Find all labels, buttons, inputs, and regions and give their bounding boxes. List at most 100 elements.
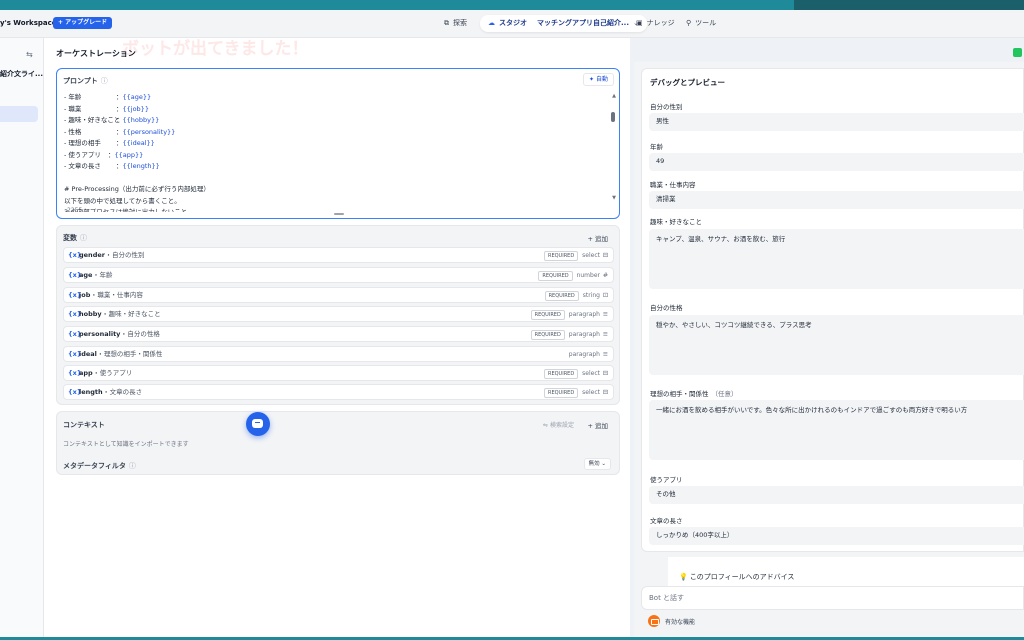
sidebar-app-title[interactable]: 紹介文ライ... (0, 69, 43, 79)
scrollbar-thumb[interactable] (611, 112, 615, 122)
prompt-key: - 性格 (64, 127, 82, 136)
features-bar[interactable]: 有効な機能 (641, 612, 1024, 632)
nav-studio-label: スタジオ (499, 19, 527, 27)
prompt-line: - 性格 ：{{personality}} (64, 127, 604, 139)
prompt-line: - 年齢 ：{{age}} (64, 92, 604, 104)
prompt-var-wrap: ：{{personality}} (116, 127, 175, 139)
list-icon: ⊟ (602, 388, 609, 396)
metadata-filter-select[interactable]: 無効 ⌄ (583, 458, 611, 470)
variable-type: number (576, 272, 600, 279)
auto-generate-button[interactable]: ✦ 自動 (583, 73, 614, 86)
variable-key: personality (79, 330, 121, 338)
variable-key-wrap: app · 使うアプリ (79, 369, 133, 377)
job-input[interactable]: 清掃業 (649, 191, 1024, 209)
variable-row[interactable]: {x} personality · 自分の性格 REQUIRED paragrap… (63, 326, 614, 342)
settings-icon: ⇋ (543, 422, 549, 429)
variable-key: hobby (79, 310, 102, 318)
hobby-textarea[interactable]: キャンプ、温泉、サウナ、お酒を飲む、旅行 (649, 229, 1024, 289)
field-label: 趣味・好きなこと (650, 218, 702, 226)
text-box-icon: ⊡ (602, 291, 609, 299)
variable-row[interactable]: {x} length · 文章の長さ REQUIRED select ⊟ (63, 384, 614, 400)
variable-meta: REQUIRED select ⊟ (543, 366, 609, 382)
optional-label: （任意） (711, 390, 738, 398)
current-app-name[interactable]: マッチングアプリ自己紹介... (537, 19, 629, 27)
context-description: コンテキストとして知識をインポートできます (63, 441, 189, 448)
nav-knowledge[interactable]: ▣ ナレッジ (636, 15, 675, 32)
chat-input[interactable]: Bot と話す (641, 586, 1024, 610)
variable-label: 自分の性格 (127, 330, 160, 338)
variable-meta: REQUIRED select ⊟ (543, 385, 609, 401)
scroll-down-icon[interactable]: ▼ (612, 195, 616, 201)
variable-row[interactable]: {x} age · 年齢 REQUIRED number # (63, 267, 614, 283)
debug-title: デバッグとプレビュー (650, 78, 725, 87)
prompt-textarea[interactable]: - 年齢 ：{{age}} - 職業 ：{{job}} - 趣味・好きなこと ：{{h… (64, 92, 604, 212)
wrench-icon: ⚲ (686, 19, 692, 27)
help-icon[interactable]: ⓘ (80, 234, 87, 242)
variable-row[interactable]: {x} gender · 自分の性別 REQUIRED select ⊟ (63, 247, 614, 263)
prompt-variable: {{ideal}} (122, 139, 155, 147)
prompt-editor[interactable]: プロンプト ⓘ ✦ 自動 - 年齢 ：{{age}} - 職業 ：{{job}} - … (56, 68, 620, 219)
prompt-var-wrap: ：{{app}} (108, 150, 143, 162)
field-label: 文章の長さ (650, 517, 683, 525)
nav-knowledge-label: ナレッジ (646, 19, 675, 27)
variable-row[interactable]: {x} app · 使うアプリ REQUIRED select ⊟ (63, 365, 614, 381)
required-badge: REQUIRED (544, 290, 579, 301)
nav-studio[interactable]: ☁ スタジオ マッチングアプリ自己紹介... ⌄ (480, 15, 647, 32)
compass-icon: ⧉ (444, 19, 449, 27)
prompt-key: - 職業 (64, 104, 82, 113)
sidebar-collapse-icon[interactable]: ⇆ (26, 50, 33, 59)
debug-preview-panel: デバッグとプレビュー 自分の性別 男性 年齢 49 職業・仕事内容 清掃業 趣味… (641, 68, 1024, 552)
list-icon: ⊟ (602, 251, 609, 259)
variable-type: select (582, 252, 600, 259)
window-top-strip (0, 0, 1024, 10)
required-badge: REQUIRED (543, 250, 579, 261)
features-label: 有効な機能 (665, 619, 696, 626)
variable-key-wrap: age · 年齢 (79, 271, 113, 279)
age-input[interactable]: 49 (649, 153, 1024, 171)
length-select[interactable]: しっかりめ（400字以上） (649, 527, 1024, 545)
prompt-key: - 使うアプリ (64, 150, 101, 159)
personality-textarea[interactable]: 穏やか、やさしい、コツコツ継続できる、プラス思考 (649, 315, 1024, 375)
retrieval-settings-button[interactable]: ⇋ 検索設定 (543, 420, 574, 429)
nav-tools[interactable]: ⚲ ツール (686, 15, 716, 32)
sidebar-item-orchestrate[interactable] (0, 106, 38, 122)
field-label-wrap: 理想の相手・関係性 （任意） (650, 388, 738, 398)
variables-section: 変数 ⓘ + 追加 {x} gender · 自分の性別 REQUIRED sele… (56, 225, 620, 405)
field-label: 自分の性格 (650, 304, 683, 312)
variable-meta: REQUIRED paragraph ≡ (530, 327, 609, 343)
prompt-title-wrap: プロンプト ⓘ (63, 76, 108, 86)
scroll-up-icon[interactable]: ▲ (612, 93, 616, 99)
chat-bubble-button[interactable] (246, 412, 270, 436)
field-label: 自分の性別 (650, 103, 683, 111)
prompt-variable: {{job}} (122, 104, 149, 113)
add-variable-button[interactable]: + 追加 (587, 233, 608, 243)
app-select[interactable]: その他 (649, 486, 1024, 504)
window-top-strip-dark (794, 0, 1024, 10)
nav-explore-label: 探索 (453, 19, 467, 27)
variable-key-wrap: job · 職業・仕事内容 (79, 291, 143, 299)
variable-label: 趣味・好きなこと (108, 310, 161, 318)
variable-row[interactable]: {x} ideal · 理想の相手・関係性 paragraph ≡ (63, 346, 614, 362)
help-icon[interactable]: ⓘ (129, 462, 136, 470)
nav-explore[interactable]: ⧉ 探索 (444, 15, 467, 32)
page-title: オーケストレーション (56, 49, 136, 58)
variable-row[interactable]: {x} job · 職業・仕事内容 REQUIRED string ⊡ (63, 287, 614, 303)
variable-row[interactable]: {x} hobby · 趣味・好きなこと REQUIRED paragraph ≡ (63, 306, 614, 322)
variables-title-wrap: 変数 ⓘ (63, 233, 87, 243)
variable-key-wrap: gender · 自分の性別 (79, 251, 145, 259)
metadata-filter-value: 無効 (588, 461, 600, 467)
sparkle-icon: ✦ (589, 76, 595, 83)
metadata-filter-title: メタデータフィルタ (63, 462, 126, 470)
upgrade-button[interactable]: + アップグレード (53, 17, 113, 29)
variable-meta: REQUIRED paragraph ≡ (530, 307, 609, 323)
resize-handle[interactable] (334, 213, 344, 215)
gender-select[interactable]: 男性 (649, 113, 1024, 131)
help-icon[interactable]: ⓘ (101, 77, 108, 85)
prompt-key: - 趣味・好きなこと (64, 116, 121, 124)
add-context-button[interactable]: + 追加 (587, 420, 608, 430)
app-status-icon[interactable] (1013, 48, 1022, 57)
prompt-variable: {{hobby}} (122, 116, 160, 124)
variable-label: 職業・仕事内容 (97, 291, 143, 299)
ideal-textarea[interactable]: 一緒にお酒を飲める相手がいいです。色々な所に出かけれるのもインドアで過ごすのも両… (649, 400, 1024, 460)
prompt-var-wrap: ：{{ideal}} (116, 138, 155, 150)
